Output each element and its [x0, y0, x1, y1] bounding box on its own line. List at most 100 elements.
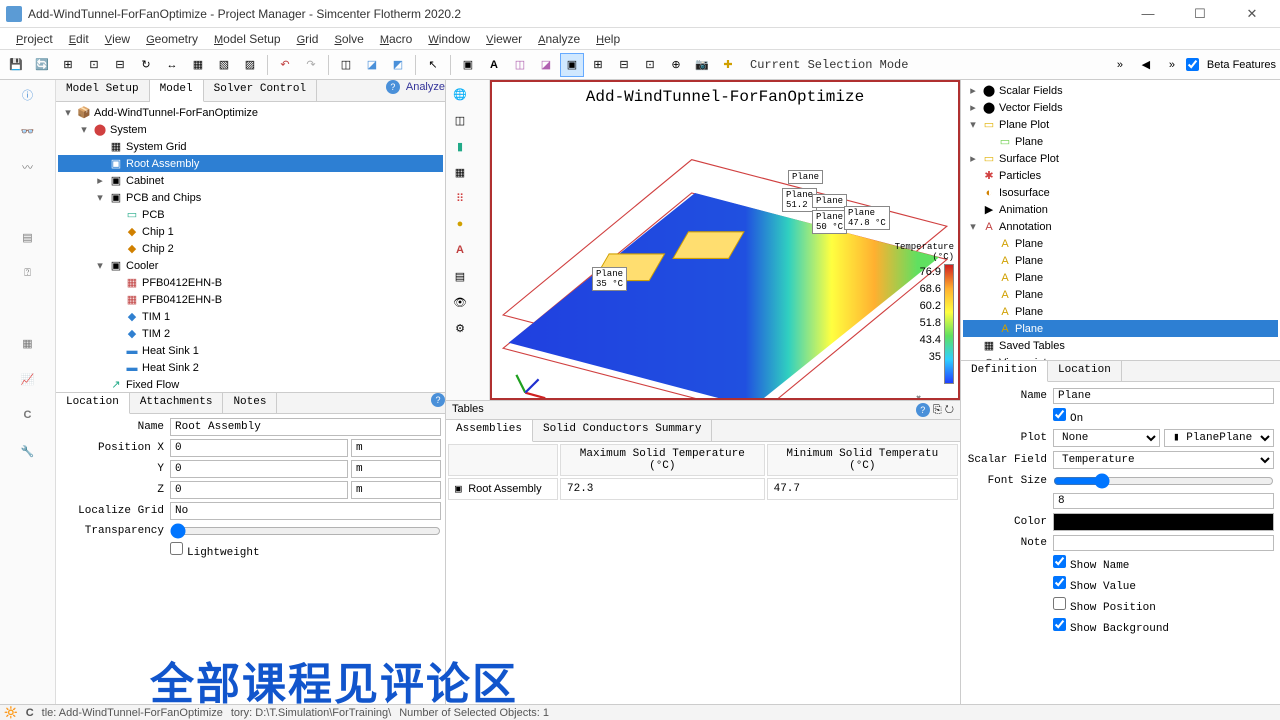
more-icon[interactable]: » [1108, 53, 1132, 77]
menu-edit[interactable]: Edit [61, 30, 97, 48]
tree-item-annotation[interactable]: ▾AAnnotation [963, 218, 1278, 235]
3d-viewport[interactable]: Add-WindTunnel-ForFanOptimize [490, 80, 960, 400]
v-fill-icon[interactable]: ▮ [448, 134, 472, 158]
tree-item-system[interactable]: ▾⬤System [58, 121, 443, 138]
tab-notes[interactable]: Notes [223, 393, 277, 413]
next-icon[interactable]: » [1160, 53, 1184, 77]
tab-solver-control[interactable]: Solver Control [204, 80, 317, 101]
tree-item-add-windtunnel-forfanoptimize[interactable]: ▾📦Add-WindTunnel-ForFanOptimize [58, 104, 443, 121]
fontsize-slider[interactable] [1053, 473, 1274, 489]
tab-attachments[interactable]: Attachments [130, 393, 224, 413]
reload-icon[interactable]: 🔄 [30, 53, 54, 77]
tree-item-plane-plot[interactable]: ▾▭Plane Plot [963, 116, 1278, 133]
posy-input[interactable] [170, 460, 348, 478]
tree-item-plane[interactable]: APlane [963, 235, 1278, 252]
save-icon[interactable]: 💾 [4, 53, 28, 77]
menu-model-setup[interactable]: Model Setup [206, 30, 289, 48]
tree-item-animation[interactable]: ▶Animation [963, 201, 1278, 218]
glasses-icon[interactable]: 👓 [17, 120, 39, 142]
tool-icon[interactable]: 🔧 [17, 440, 39, 462]
results-tree[interactable]: ▸⬤Scalar Fields▸⬤Vector Fields▾▭Plane Pl… [961, 80, 1280, 360]
wave-icon[interactable]: 〰 [17, 156, 39, 178]
tree-item-plane[interactable]: APlane [963, 286, 1278, 303]
tree-item-cooler[interactable]: ▾▣Cooler [58, 257, 443, 274]
show-value-checkbox[interactable]: Show Value [1053, 576, 1136, 593]
close-button[interactable]: ✕ [1234, 4, 1270, 24]
tree-item-plane[interactable]: APlane [963, 303, 1278, 320]
face3-icon[interactable]: ▣ [560, 53, 584, 77]
tab-model-setup[interactable]: Model Setup [56, 80, 150, 101]
plane-annotation[interactable]: Plane [812, 194, 847, 208]
table-icon[interactable]: ▦ [17, 332, 39, 354]
tree-item-cabinet[interactable]: ▸▣Cabinet [58, 172, 443, 189]
menu-geometry[interactable]: Geometry [138, 30, 206, 48]
table-row[interactable]: ▣ Root Assembly 72.3 47.7 [448, 478, 958, 500]
beta-features-toggle[interactable]: Beta Features [1186, 58, 1276, 71]
tree-item-saved-tables[interactable]: ▦Saved Tables [963, 337, 1278, 354]
tree-item-pfb0412ehn-b[interactable]: ▦PFB0412EHN-B [58, 274, 443, 291]
text-icon[interactable]: A [482, 53, 506, 77]
plot2-select[interactable]: ▮ PlanePlane [1164, 429, 1274, 447]
tree-item-heat-sink-2[interactable]: ▬Heat Sink 2 [58, 359, 443, 376]
grid2-icon[interactable]: ⊟ [612, 53, 636, 77]
annot-name-input[interactable] [1053, 388, 1274, 404]
posx-unit[interactable] [351, 439, 441, 457]
camera-icon[interactable]: 📷 [690, 53, 714, 77]
plane-annotation[interactable]: Plane47.8 °C [844, 206, 890, 230]
tree-item-system-grid[interactable]: ▦System Grid [58, 138, 443, 155]
menu-project[interactable]: Project [8, 30, 61, 48]
posy-unit[interactable] [351, 460, 441, 478]
grid1-icon[interactable]: ⊞ [586, 53, 610, 77]
show-position-checkbox[interactable]: Show Position [1053, 597, 1156, 614]
pointer-icon[interactable]: ↖ [421, 53, 445, 77]
v-text-icon[interactable]: A [448, 238, 472, 262]
axis-icon[interactable]: ✚ [716, 53, 740, 77]
tree-item-pcb[interactable]: ▭PCB [58, 206, 443, 223]
grid-icon[interactable]: ⊞ [56, 53, 80, 77]
tab-definition[interactable]: Definition [961, 361, 1048, 382]
tree-item-plane[interactable]: APlane [963, 320, 1278, 337]
menu-viewer[interactable]: Viewer [478, 30, 530, 48]
v-globe-icon[interactable]: 🌐 [448, 82, 472, 106]
face1-icon[interactable]: ◫ [508, 53, 532, 77]
tables-export-icon[interactable]: ⎘ [933, 404, 942, 416]
tables-refresh-icon[interactable]: ↻ [945, 404, 954, 416]
menu-view[interactable]: View [97, 30, 138, 48]
tree-item-pfb0412ehn-b[interactable]: ▦PFB0412EHN-B [58, 291, 443, 308]
tree-item-tim-2[interactable]: ◆TIM 2 [58, 325, 443, 342]
minimize-button[interactable]: — [1130, 4, 1166, 24]
name-input[interactable] [170, 418, 441, 436]
chart-icon[interactable]: 📈 [17, 368, 39, 390]
maximize-button[interactable]: ☐ [1182, 4, 1218, 24]
lightweight-checkbox[interactable]: Lightweight [170, 542, 260, 559]
solid-cube-icon[interactable]: ◪ [360, 53, 384, 77]
tree-item-pcb-and-chips[interactable]: ▾▣PCB and Chips [58, 189, 443, 206]
menu-help[interactable]: Help [588, 30, 628, 48]
v-layers-icon[interactable]: ▤ [448, 264, 472, 288]
prop-help-icon[interactable]: ? [431, 393, 445, 407]
grid3-icon[interactable]: ⊡ [638, 53, 662, 77]
plot-select[interactable]: None [1053, 429, 1160, 447]
tree-item-scalar-fields[interactable]: ▸⬤Scalar Fields [963, 82, 1278, 99]
plane-annotation[interactable]: Plane35 °C [592, 267, 627, 291]
measure-icon[interactable]: ↔ [160, 53, 184, 77]
tree-item-plane[interactable]: ▭Plane [963, 133, 1278, 150]
cube2-icon[interactable]: ▧ [212, 53, 236, 77]
wire-cube-icon[interactable]: ◫ [334, 53, 358, 77]
snap-icon[interactable]: ⊡ [82, 53, 106, 77]
transparency-slider[interactable] [170, 523, 441, 539]
help-icon[interactable]: ⍰ [17, 262, 39, 284]
posx-input[interactable] [170, 439, 348, 457]
model-tree[interactable]: ▾📦Add-WindTunnel-ForFanOptimize▾⬤System▦… [56, 102, 445, 392]
box-select-icon[interactable]: ▣ [456, 53, 480, 77]
show-background-checkbox[interactable]: Show Background [1053, 618, 1169, 635]
tab-model[interactable]: Model [150, 80, 204, 102]
shaded-cube-icon[interactable]: ◩ [386, 53, 410, 77]
prev-icon[interactable]: ◀ [1134, 53, 1158, 77]
plane-annotation[interactable]: Plane [788, 170, 823, 184]
cube3-icon[interactable]: ▨ [238, 53, 262, 77]
v-gear-icon[interactable]: ⚙ [448, 316, 472, 340]
tab-location[interactable]: Location [56, 393, 130, 414]
plane-annotation[interactable]: Plane50 °C [812, 210, 847, 234]
menu-solve[interactable]: Solve [326, 30, 371, 48]
